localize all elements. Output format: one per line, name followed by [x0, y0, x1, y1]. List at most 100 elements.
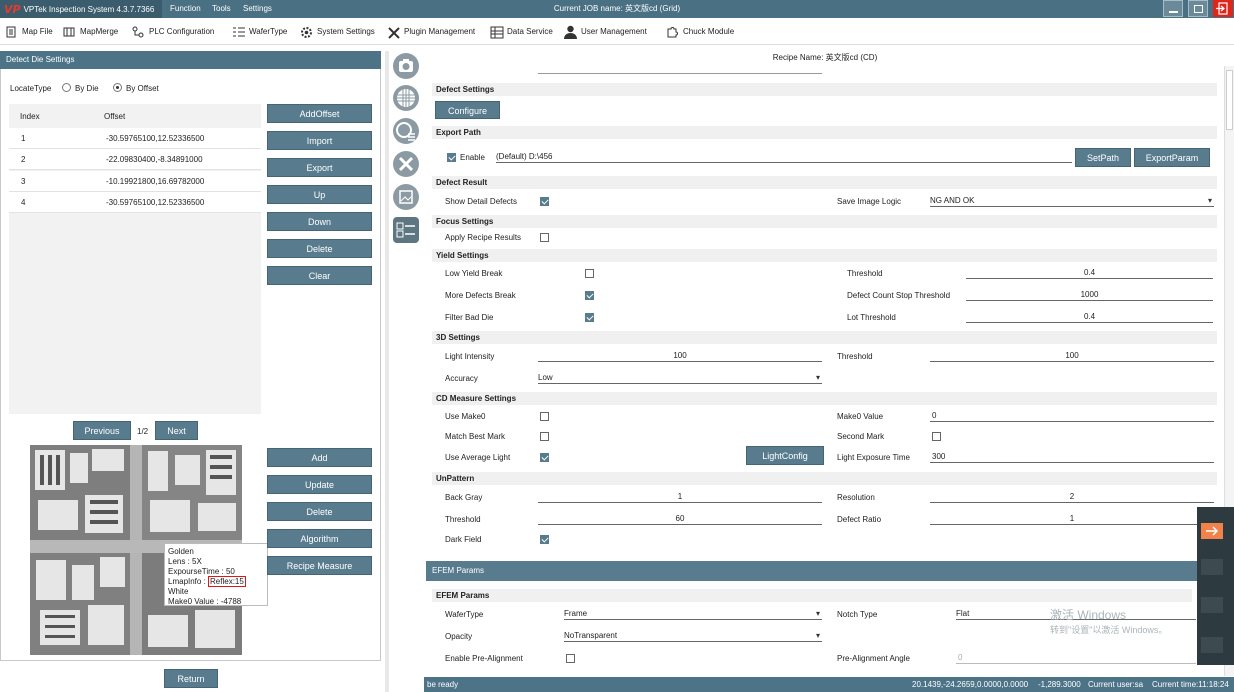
- wafertype-button[interactable]: WaferType: [232, 18, 287, 45]
- accuracy-label: Accuracy: [445, 374, 478, 383]
- row-offset: -10.19921800,16.69782000: [106, 177, 205, 186]
- delete-button[interactable]: Delete: [267, 502, 372, 521]
- lightconfig-button[interactable]: LightConfig: [746, 446, 824, 465]
- wafertype-select[interactable]: Frame: [564, 608, 822, 620]
- setpath-button[interactable]: SetPath: [1075, 148, 1131, 167]
- table-row[interactable]: 3 -10.19921800,16.69782000: [9, 171, 261, 192]
- wafer-map-icon[interactable]: [393, 85, 419, 111]
- use-make0-checkbox[interactable]: [540, 412, 549, 421]
- maximize-button[interactable]: [1188, 0, 1208, 17]
- recipe-measure-button[interactable]: Recipe Measure: [267, 556, 372, 575]
- exit-button[interactable]: [1213, 0, 1233, 17]
- next-button[interactable]: Next: [155, 421, 198, 440]
- second-mark-checkbox[interactable]: [932, 432, 941, 441]
- table-row[interactable]: 2 -22.09830400,-8.34891000: [9, 149, 261, 170]
- tooltip-lens: Lens : 5X: [168, 557, 202, 566]
- splitter[interactable]: [385, 51, 389, 692]
- by-offset-label: By Offset: [126, 84, 159, 93]
- section-3d-settings: 3D Settings: [432, 331, 1217, 344]
- clear-button[interactable]: Clear: [267, 266, 372, 285]
- add-offset-button[interactable]: AddOffset: [267, 104, 372, 123]
- save-image-select[interactable]: NG AND OK: [930, 195, 1214, 207]
- table-row[interactable]: 1 -30.59765100,12.52336500: [9, 128, 261, 149]
- reflex-highlight: Reflex:15: [208, 576, 246, 587]
- pre-alignment-angle-field[interactable]: 0: [956, 652, 1196, 664]
- menu-settings[interactable]: Settings: [243, 0, 272, 18]
- minimize-button[interactable]: [1163, 0, 1183, 17]
- data-service-button[interactable]: Data Service: [490, 18, 553, 45]
- delete-offset-button[interactable]: Delete: [267, 239, 372, 258]
- use-average-checkbox[interactable]: [540, 453, 549, 462]
- return-button[interactable]: Return: [164, 669, 218, 688]
- low-yield-checkbox[interactable]: [585, 269, 594, 278]
- menu-tools[interactable]: Tools: [212, 0, 231, 18]
- chuck-module-button[interactable]: Chuck Module: [666, 18, 734, 45]
- dark-field-checkbox[interactable]: [540, 535, 549, 544]
- more-defects-label: More Defects Break: [445, 291, 516, 300]
- panel-slot-icon[interactable]: [1201, 637, 1223, 653]
- menu-function[interactable]: Function: [170, 0, 201, 18]
- col-offset: Offset: [104, 112, 126, 121]
- image-icon[interactable]: [393, 184, 419, 210]
- opacity-label: Opacity: [445, 632, 473, 641]
- by-die-radio[interactable]: By Die: [62, 83, 99, 95]
- panel-slot-icon[interactable]: [1201, 597, 1223, 613]
- by-offset-radio[interactable]: By Offset: [113, 83, 159, 95]
- plc-configuration-button[interactable]: PLC Configuration: [132, 18, 214, 45]
- defect-count-field[interactable]: 1000: [966, 289, 1213, 301]
- resolution-label: Resolution: [837, 493, 875, 502]
- camera-icon[interactable]: [393, 53, 419, 79]
- yield-threshold-field[interactable]: 0.4: [966, 267, 1213, 279]
- exportparam-button[interactable]: ExportParam: [1134, 148, 1210, 167]
- export-path-field[interactable]: (Default) D:\456: [496, 151, 1072, 163]
- down-button[interactable]: Down: [267, 212, 372, 231]
- lot-threshold-field[interactable]: 0.4: [966, 311, 1213, 323]
- match-best-label: Match Best Mark: [445, 432, 506, 441]
- status-bar: be ready 20.1439,-24.2659,0.0000,0.0000 …: [424, 677, 1234, 692]
- up-button[interactable]: Up: [267, 185, 372, 204]
- defect-ratio-field[interactable]: 1: [930, 513, 1214, 525]
- export-button[interactable]: Export: [267, 158, 372, 177]
- export-enable-checkbox[interactable]: [447, 153, 456, 162]
- make0-value-field[interactable]: 0: [930, 410, 1214, 422]
- opacity-select[interactable]: NoTransparent: [564, 630, 822, 642]
- accuracy-select[interactable]: Low: [538, 372, 822, 384]
- document-icon: [5, 26, 19, 38]
- filter-bad-checkbox[interactable]: [585, 313, 594, 322]
- status-coordinates: 20.1439,-24.2659,0.0000,0.0000: [912, 680, 1029, 689]
- unpattern-threshold-field[interactable]: 60: [538, 513, 822, 525]
- 3d-threshold-field[interactable]: 100: [930, 350, 1214, 362]
- scroll-thumb[interactable]: [1226, 70, 1233, 130]
- system-settings-button[interactable]: System Settings: [300, 18, 375, 45]
- map-file-label: Map File: [22, 27, 53, 36]
- map-file-button[interactable]: Map File: [5, 18, 53, 45]
- back-gray-field[interactable]: 1: [538, 491, 822, 503]
- tools-icon[interactable]: [393, 151, 419, 177]
- tooltip-golden: Golden: [168, 547, 194, 556]
- import-button[interactable]: Import: [267, 131, 372, 150]
- user-management-button[interactable]: User Management: [563, 18, 647, 45]
- previous-button[interactable]: Previous: [73, 421, 131, 440]
- section-focus-settings: Focus Settings: [432, 215, 1217, 228]
- arrow-right-icon[interactable]: [1201, 523, 1223, 539]
- table-row[interactable]: 4 -30.59765100,12.52336500: [9, 192, 261, 213]
- panel-slot-icon[interactable]: [1201, 559, 1223, 575]
- match-best-checkbox[interactable]: [540, 432, 549, 441]
- configure-button[interactable]: Configure: [435, 101, 500, 119]
- pre-alignment-checkbox[interactable]: [566, 654, 575, 663]
- mapmerge-button[interactable]: MapMerge: [63, 18, 118, 45]
- efem-params-bar[interactable]: EFEM Params: [426, 561, 1198, 581]
- resolution-field[interactable]: 2: [930, 491, 1214, 503]
- add-button[interactable]: Add: [267, 448, 372, 467]
- update-button[interactable]: Update: [267, 475, 372, 494]
- light-intensity-field[interactable]: 100: [538, 350, 822, 362]
- light-exposure-field[interactable]: 300: [930, 451, 1214, 463]
- checklist-icon[interactable]: [393, 217, 419, 243]
- show-detail-checkbox[interactable]: [540, 197, 549, 206]
- plugin-management-button[interactable]: Plugin Management: [387, 18, 475, 45]
- wafer-list-icon[interactable]: [393, 118, 419, 144]
- apply-recipe-checkbox[interactable]: [540, 233, 549, 242]
- unpattern-threshold-label: Threshold: [445, 515, 481, 524]
- algorithm-button[interactable]: Algorithm: [267, 529, 372, 548]
- more-defects-checkbox[interactable]: [585, 291, 594, 300]
